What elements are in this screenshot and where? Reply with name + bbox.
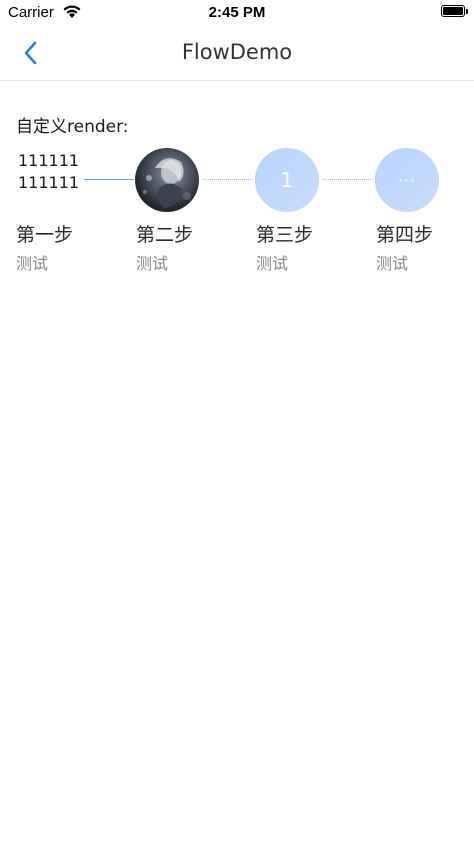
- step-2-desc: 测试: [136, 254, 169, 273]
- battery-icon: [441, 5, 468, 17]
- section-label: 自定义render:: [16, 117, 129, 137]
- step-3-node[interactable]: 1: [255, 148, 319, 212]
- step-2-avatar[interactable]: [135, 148, 199, 212]
- status-bar: Carrier 2:45 PM: [0, 0, 474, 26]
- navigation-bar: FlowDemo: [0, 26, 474, 81]
- step-2-title: 第二步: [136, 224, 194, 246]
- avatar-image: [143, 158, 191, 208]
- step-4-node[interactable]: ···: [375, 148, 439, 212]
- step-3-desc: 测试: [256, 254, 289, 273]
- connector-line-2: [203, 179, 253, 180]
- more-icon: ···: [397, 170, 417, 190]
- status-time: 2:45 PM: [208, 4, 266, 21]
- step-1-custom-text: 111111111111: [18, 151, 80, 192]
- connector-line-1: [84, 179, 134, 180]
- step-4-title: 第四步: [376, 224, 434, 246]
- step-4-desc: 测试: [376, 254, 409, 273]
- step-1-desc: 测试: [16, 254, 49, 273]
- step-1-title: 第一步: [16, 224, 74, 246]
- page-title: FlowDemo: [181, 40, 293, 64]
- flow-steps: 111111111111 第一步 测试 第二步 测试 1 第三步 测试 ··· …: [0, 146, 474, 286]
- battery-level: [443, 7, 463, 15]
- step-3-number: 1: [280, 168, 294, 192]
- step-3-title: 第三步: [256, 224, 314, 246]
- connector-line-3: [323, 179, 373, 180]
